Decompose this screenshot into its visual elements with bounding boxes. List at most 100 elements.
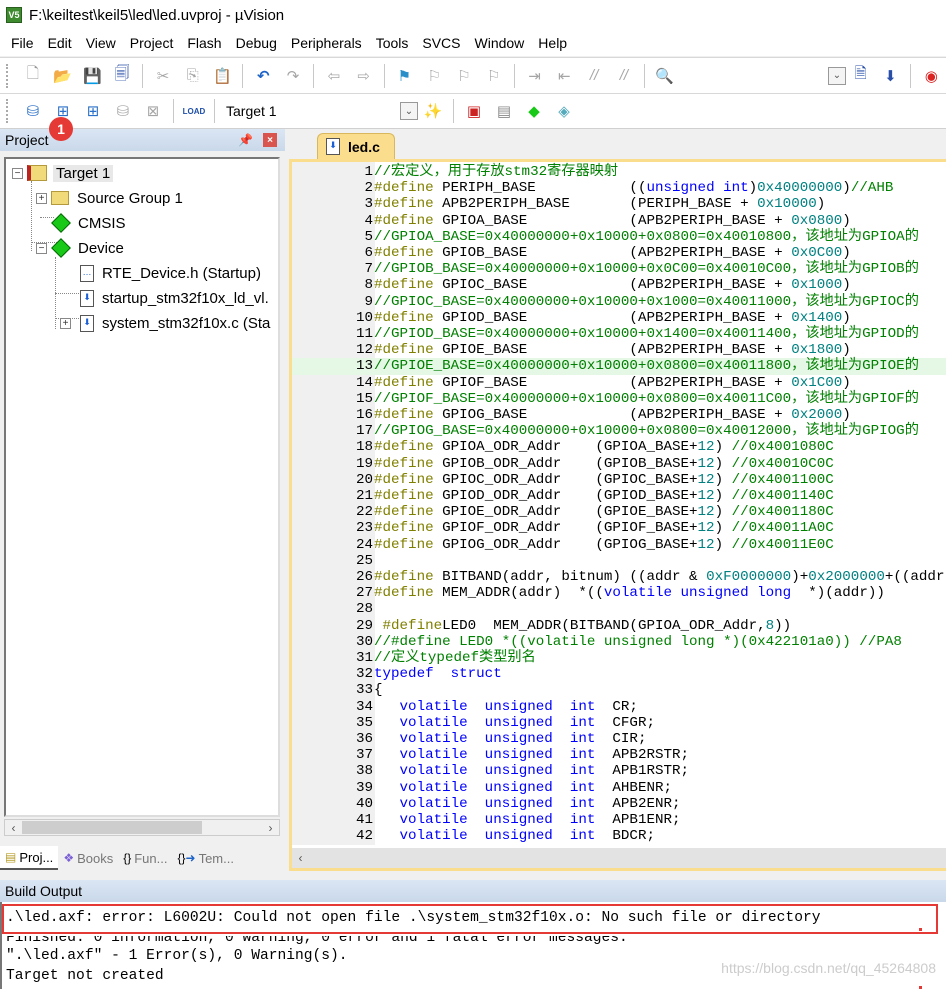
- code-line[interactable]: 9//GPIOC_BASE=0x40000000+0x10000+0x1000=…: [292, 294, 918, 310]
- target-select[interactable]: Target 1: [220, 99, 400, 123]
- tree-item-target-1[interactable]: − Target 1: [12, 161, 114, 185]
- menu-debug[interactable]: Debug: [229, 35, 284, 51]
- file-extensions-icon[interactable]: ▣: [463, 100, 485, 122]
- batch-build-icon[interactable]: ⛁: [112, 100, 134, 122]
- redo-icon[interactable]: ↷: [282, 65, 304, 87]
- code-line[interactable]: 17//GPIOG_BASE=0x40000000+0x10000+0x0800…: [292, 423, 919, 439]
- comment-icon[interactable]: //: [583, 65, 605, 87]
- editor-hscrollbar[interactable]: ‹: [292, 848, 946, 868]
- code-line[interactable]: 20#define GPIOC_ODR_Addr (GPIOC_BASE+12)…: [292, 472, 834, 488]
- target-dropdown-button[interactable]: ⌄: [400, 102, 418, 120]
- cut-icon[interactable]: ✂: [152, 65, 174, 87]
- bookmark-icon[interactable]: ⚑: [394, 65, 416, 87]
- code-line[interactable]: 35 volatile unsigned int CFGR;: [292, 715, 655, 731]
- code-line[interactable]: 8#define GPIOC_BASE (APB2PERIPH_BASE + 0…: [292, 277, 850, 293]
- code-view[interactable]: 1//宏定义，用于存放stm32寄存器映射 2#define PERIPH_BAS…: [292, 162, 946, 845]
- translate-icon[interactable]: ⛁: [22, 100, 44, 122]
- code-line[interactable]: 38 volatile unsigned int APB1RSTR;: [292, 763, 689, 779]
- toolbar-grip[interactable]: [6, 99, 10, 123]
- indent-icon[interactable]: ⇥: [524, 65, 546, 87]
- code-line[interactable]: 40 volatile unsigned int APB2ENR;: [292, 796, 681, 812]
- download-load-icon[interactable]: LOAD: [183, 100, 206, 122]
- save-icon[interactable]: 💾: [82, 65, 104, 87]
- scroll-right-icon[interactable]: ›: [262, 821, 279, 835]
- menu-help[interactable]: Help: [531, 35, 574, 51]
- menu-project[interactable]: Project: [123, 35, 181, 51]
- code-line[interactable]: 42 volatile unsigned int BDCR;: [292, 828, 655, 844]
- expand-icon[interactable]: +: [36, 192, 47, 204]
- menu-view[interactable]: View: [79, 35, 123, 51]
- menu-peripherals[interactable]: Peripherals: [284, 35, 369, 51]
- menu-flash[interactable]: Flash: [180, 35, 228, 51]
- clear-bookmarks-icon[interactable]: ⚐: [483, 65, 505, 87]
- build-output-text[interactable]: .\led.axf: error: L6002U: Could not open…: [0, 902, 946, 989]
- manage-rte-icon[interactable]: ◆: [523, 100, 545, 122]
- find-in-files-icon[interactable]: 🔍: [654, 65, 676, 87]
- tab-templates[interactable]: {}➜ Tem...: [172, 846, 238, 870]
- scroll-thumb[interactable]: [22, 821, 202, 834]
- open-folder-icon[interactable]: 📂: [52, 65, 74, 87]
- code-line[interactable]: 33{: [292, 682, 383, 698]
- code-line[interactable]: 5//GPIOA_BASE=0x40000000+0x10000+0x0800=…: [292, 229, 918, 245]
- save-all-icon[interactable]: 🗐: [111, 65, 133, 87]
- expand-icon[interactable]: +: [60, 317, 71, 329]
- code-line[interactable]: 24#define GPIOG_ODR_Addr (GPIOG_BASE+12)…: [292, 537, 834, 553]
- code-line[interactable]: 7//GPIOB_BASE=0x40000000+0x10000+0x0C00=…: [292, 261, 918, 277]
- stop-build-icon[interactable]: ⊠: [142, 100, 164, 122]
- code-line[interactable]: 28: [292, 601, 374, 617]
- code-line[interactable]: 29 #defineLED0 MEM_ADDR(BITBAND(GPIOA_OD…: [292, 618, 791, 634]
- manage-multi-project-icon[interactable]: ▤: [493, 100, 515, 122]
- code-line[interactable]: 41 volatile unsigned int APB1ENR;: [292, 812, 681, 828]
- navigate-forward-icon[interactable]: ⇨: [353, 65, 375, 87]
- code-line[interactable]: 39 volatile unsigned int AHBENR;: [292, 780, 672, 796]
- navigate-back-icon[interactable]: ⇦: [323, 65, 345, 87]
- options-for-target-icon[interactable]: ✨: [422, 100, 444, 122]
- code-line[interactable]: 21#define GPIOD_ODR_Addr (GPIOD_BASE+12)…: [292, 488, 834, 504]
- menu-svcs[interactable]: SVCS: [415, 35, 467, 51]
- code-line[interactable]: 25: [292, 553, 374, 569]
- tree-item-cmsis[interactable]: CMSIS: [51, 211, 126, 235]
- tree-item-source-group-1[interactable]: + Source Group 1: [36, 186, 183, 210]
- code-line[interactable]: 15//GPIOF_BASE=0x40000000+0x10000+0x0800…: [292, 391, 919, 407]
- unindent-icon[interactable]: ⇤: [553, 65, 575, 87]
- code-line[interactable]: 1//宏定义，用于存放stm32寄存器映射: [292, 164, 618, 180]
- next-bookmark-icon[interactable]: ⚐: [453, 65, 475, 87]
- code-line[interactable]: 23#define GPIOF_ODR_Addr (GPIOF_BASE+12)…: [292, 520, 834, 536]
- code-editor[interactable]: 1//宏定义，用于存放stm32寄存器映射 2#define PERIPH_BAS…: [289, 159, 946, 871]
- debug-session-icon[interactable]: ⬇: [880, 65, 902, 87]
- new-file-icon[interactable]: 🗋: [22, 65, 44, 87]
- find-dropdown-button[interactable]: ⌄: [827, 66, 846, 85]
- tree-item-device[interactable]: − Device: [36, 236, 124, 260]
- menu-edit[interactable]: Edit: [41, 35, 79, 51]
- code-line[interactable]: 22#define GPIOE_ODR_Addr (GPIOE_BASE+12)…: [292, 504, 834, 520]
- close-panel-button[interactable]: ×: [263, 133, 277, 147]
- start-debug-icon[interactable]: ◉: [920, 65, 942, 87]
- tab-functions[interactable]: {} Fun...: [118, 846, 172, 870]
- previous-bookmark-icon[interactable]: ⚐: [423, 65, 445, 87]
- code-line[interactable]: 3#define APB2PERIPH_BASE (PERIPH_BASE + …: [292, 196, 825, 212]
- scroll-left-icon[interactable]: ‹: [292, 851, 309, 865]
- code-line[interactable]: 10#define GPIOD_BASE (APB2PERIPH_BASE + …: [292, 310, 851, 326]
- code-line[interactable]: 13//GPIOE_BASE=0x40000000+0x10000+0x0800…: [292, 358, 946, 375]
- scroll-left-icon[interactable]: ‹: [5, 821, 22, 835]
- incremental-find-icon[interactable]: 🗎: [850, 65, 872, 87]
- paste-icon[interactable]: 📋: [212, 65, 234, 87]
- menu-window[interactable]: Window: [468, 35, 532, 51]
- rebuild-icon[interactable]: ⊞: [82, 100, 104, 122]
- code-line[interactable]: 4#define GPIOA_BASE (APB2PERIPH_BASE + 0…: [292, 213, 850, 229]
- menu-file[interactable]: File: [4, 35, 41, 51]
- tree-item-rte-device-h[interactable]: … RTE_Device.h (Startup): [80, 261, 261, 285]
- code-line[interactable]: 11//GPIOD_BASE=0x40000000+0x10000+0x1400…: [292, 326, 919, 342]
- code-line[interactable]: 16#define GPIOG_BASE (APB2PERIPH_BASE + …: [292, 407, 851, 423]
- select-software-packs-icon[interactable]: ◈: [553, 100, 575, 122]
- code-line[interactable]: 31//定义typedef类型别名: [292, 650, 536, 666]
- code-line[interactable]: 30//#define LED0 *((volatile unsigned lo…: [292, 634, 902, 650]
- tab-books[interactable]: ❖ Books: [58, 846, 118, 870]
- tree-item-startup-file[interactable]: ⬇ startup_stm32f10x_ld_vl.: [80, 286, 269, 310]
- pin-icon[interactable]: 📌: [238, 133, 253, 147]
- code-line[interactable]: 36 volatile unsigned int CIR;: [292, 731, 647, 747]
- toolbar-grip[interactable]: [6, 63, 10, 88]
- code-line[interactable]: 14#define GPIOF_BASE (APB2PERIPH_BASE + …: [292, 375, 851, 391]
- undo-icon[interactable]: ↶: [252, 65, 274, 87]
- tab-led-c[interactable]: ⬇ led.c: [317, 133, 395, 159]
